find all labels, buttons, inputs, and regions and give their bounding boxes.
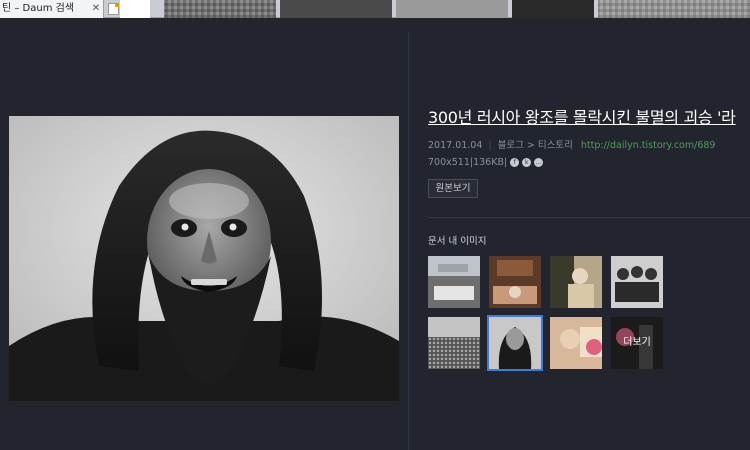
kakao-share-icon[interactable]: k: [522, 158, 532, 167]
post-date: 2017.01.04: [428, 140, 483, 151]
portrait-illustration: [9, 116, 399, 401]
new-tab-icon[interactable]: [108, 3, 119, 15]
top-thumbnails[interactable]: [120, 0, 750, 18]
browser-tab-bar: 틴 – Daum 검색 ✕: [0, 0, 750, 18]
image-dimensions: 700x511: [428, 157, 470, 168]
facebook-share-icon[interactable]: f: [510, 158, 520, 167]
image-meta-row: 2017.01.04 | 블로그 > 티스토리 http://dailyn.ti…: [428, 137, 715, 151]
related-thumb[interactable]: [550, 256, 602, 308]
tab-close-icon[interactable]: ✕: [90, 0, 102, 18]
selected-thumb-pointer: [489, 19, 501, 25]
main-image[interactable]: [9, 116, 399, 401]
related-thumb[interactable]: [550, 317, 602, 369]
browser-tab-title: 틴 – Daum 검색: [2, 3, 75, 14]
related-images-heading: 문서 내 이미지: [428, 236, 487, 247]
panel-divider: [408, 32, 409, 450]
related-thumb-selected[interactable]: [487, 315, 543, 371]
image-title-link[interactable]: 300년 러시아 왕조를 몰락시킨 불멸의 괴승 '라: [428, 104, 750, 128]
meta-separator: |: [488, 140, 492, 151]
image-size-row: 700x511 | 136KB | f k …: [428, 157, 544, 168]
section-divider: [428, 217, 750, 218]
meta-separator: |: [503, 157, 508, 168]
source-url-link[interactable]: http://dailyn.tistory.com/689: [576, 140, 716, 151]
top-thumbnail-strip: [120, 0, 750, 18]
browser-tab[interactable]: 틴 – Daum 검색: [0, 0, 104, 18]
view-original-button[interactable]: 원본보기: [428, 179, 478, 198]
more-share-icon[interactable]: …: [534, 158, 544, 167]
related-thumb[interactable]: [489, 256, 541, 308]
more-images-button[interactable]: 더보기: [611, 317, 663, 369]
source-path: 블로그 > 티스토리: [497, 140, 573, 151]
related-thumb[interactable]: [428, 256, 480, 308]
related-thumb[interactable]: [428, 317, 480, 369]
image-viewer-window: 틴 – Daum 검색 ✕ 300년 러시아 왕조를 몰락시킨 불멸의 괴승 '…: [0, 0, 750, 450]
image-filesize: 136KB: [473, 157, 504, 168]
related-thumb[interactable]: [611, 256, 663, 308]
